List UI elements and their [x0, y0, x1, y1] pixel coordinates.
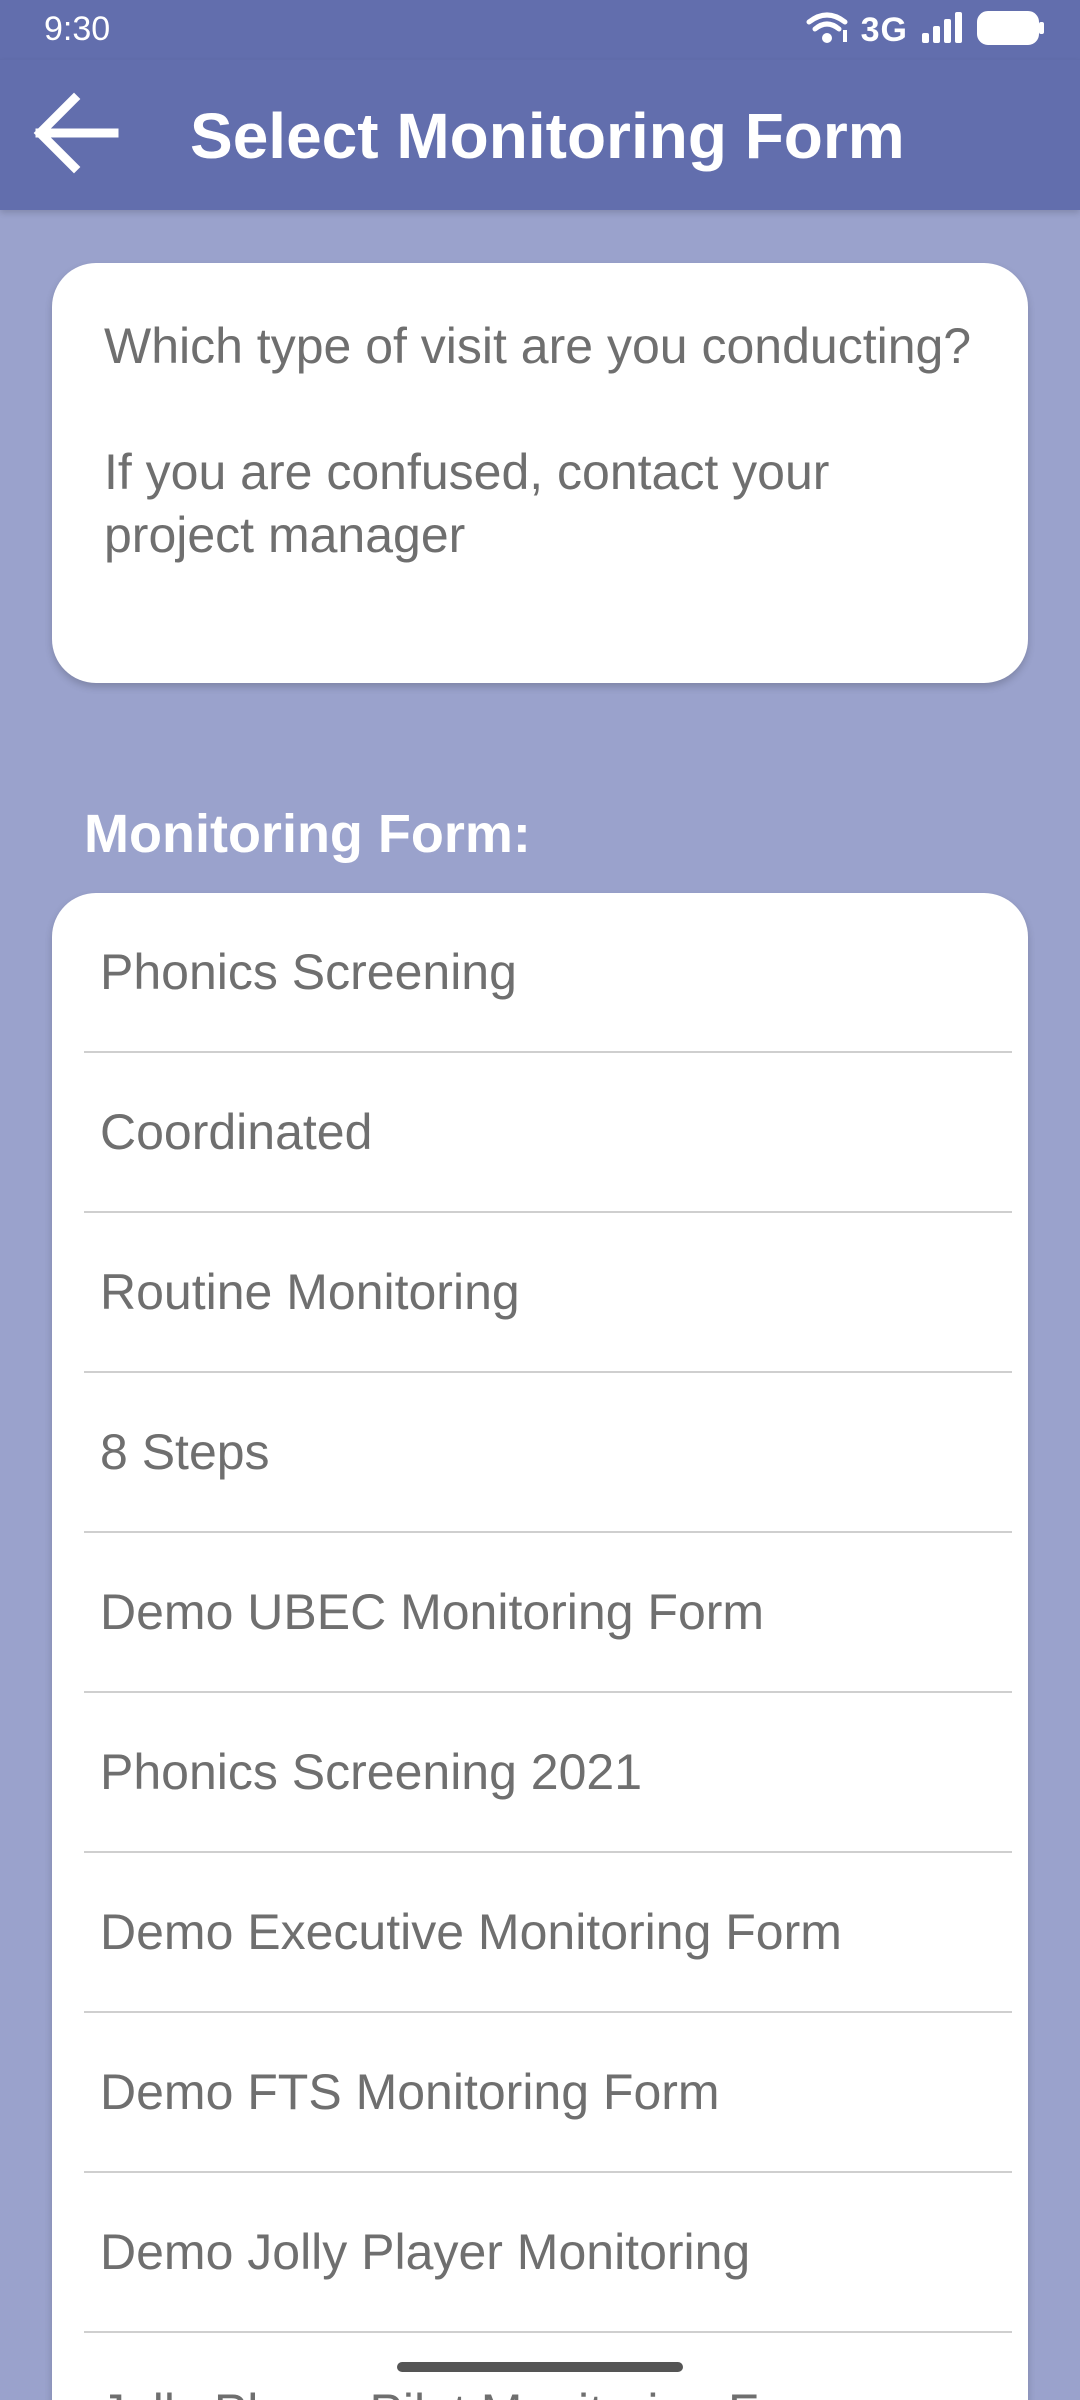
signal-icon	[920, 11, 964, 50]
list-item-label: Jolly Player Pilot Monitoring Form	[84, 2383, 845, 2400]
list-item-label: Coordinated	[100, 1104, 373, 1160]
visit-question: Which type of visit are you conducting?	[104, 318, 972, 374]
form-list: Phonics Screening Coordinated Routine Mo…	[52, 893, 1028, 2400]
app-bar: Select Monitoring Form	[0, 60, 1080, 210]
status-icons: 3G	[805, 8, 1046, 52]
status-time: 9:30	[44, 10, 111, 48]
list-item-label: Phonics Screening 2021	[100, 1744, 643, 1800]
gesture-nav-handle[interactable]	[397, 2362, 683, 2372]
arrow-back-icon	[30, 88, 120, 183]
list-item-label: Phonics Screening	[100, 944, 517, 1000]
list-item-label: Demo Executive Monitoring Form	[100, 1904, 842, 1960]
list-item[interactable]: Phonics Screening 2021	[84, 1693, 1012, 1853]
monitoring-form-list: Phonics Screening Coordinated Routine Mo…	[52, 893, 1028, 2400]
list-item[interactable]: Demo FTS Monitoring Form	[84, 2013, 1012, 2173]
list-item-label: 8 Steps	[100, 1424, 270, 1480]
list-item[interactable]: Coordinated	[84, 1053, 1012, 1213]
list-item[interactable]: Demo Jolly Player Monitoring	[84, 2173, 1012, 2333]
list-item[interactable]: Routine Monitoring	[84, 1213, 1012, 1373]
info-card: Which type of visit are you conducting? …	[52, 263, 1028, 683]
status-bar: 9:30 3G	[0, 0, 1080, 60]
list-item-label: Routine Monitoring	[100, 1264, 520, 1320]
section-label: Monitoring Form:	[84, 804, 531, 864]
list-item-label: Demo Jolly Player Monitoring	[100, 2224, 751, 2280]
list-item-label: Demo FTS Monitoring Form	[100, 2064, 720, 2120]
list-item[interactable]: Phonics Screening	[84, 893, 1012, 1053]
list-item[interactable]: Demo Executive Monitoring Form	[84, 1853, 1012, 2013]
wifi-icon	[805, 10, 849, 51]
list-item[interactable]: 8 Steps	[84, 1373, 1012, 1533]
back-button[interactable]	[22, 82, 128, 188]
list-item[interactable]: Demo UBEC Monitoring Form	[84, 1533, 1012, 1693]
help-hint: If you are confused, contact your projec…	[104, 444, 830, 563]
list-item-label: Demo UBEC Monitoring Form	[100, 1584, 765, 1640]
page-title: Select Monitoring Form	[190, 100, 905, 172]
battery-icon	[976, 10, 1046, 51]
network-type: 3G	[860, 10, 908, 49]
